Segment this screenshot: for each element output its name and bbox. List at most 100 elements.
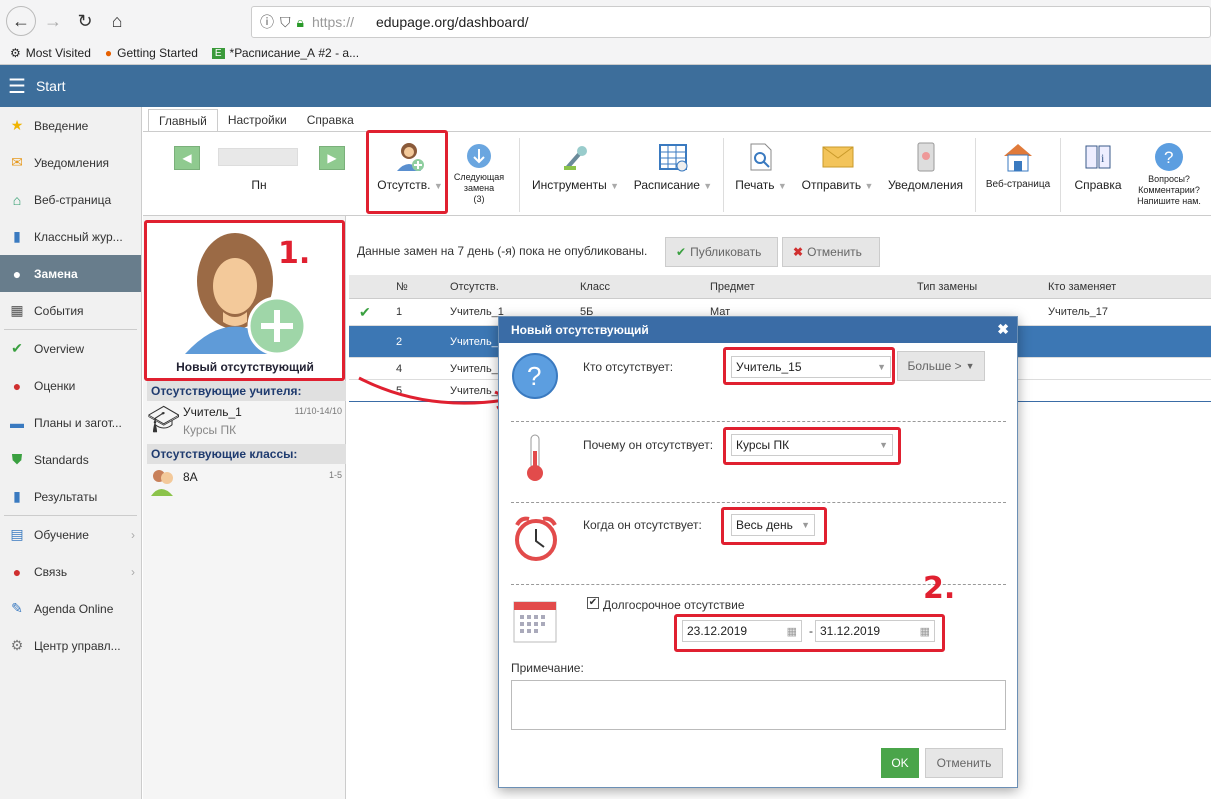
- more-button[interactable]: Больше > ▼: [897, 351, 985, 381]
- publish-button[interactable]: ✔ Публиковать: [665, 237, 778, 267]
- print-button[interactable]: Печать ▼: [731, 140, 791, 192]
- calendar-icon: ▦: [10, 302, 24, 318]
- question-circle-icon: ?: [512, 353, 558, 399]
- sidebar-item-intro[interactable]: ★ Введение: [0, 107, 141, 144]
- sidebar-item-overview[interactable]: ✔ Overview: [0, 330, 141, 367]
- ribbon-divider: [519, 138, 520, 212]
- dialog-title: Новый отсутствующий: [511, 323, 649, 337]
- sidebar-item-notifications[interactable]: ✉ Уведомления: [0, 144, 141, 181]
- forward-button[interactable]: →: [38, 6, 68, 36]
- when-label: Когда он отсутствует:: [583, 518, 702, 532]
- browser-chrome: ← → ↻ ⌂ ⓘ ⛉ 🔒︎ https:// edupage.org/dash…: [0, 0, 1211, 65]
- cancel-button[interactable]: Отменить: [925, 748, 1003, 778]
- sidebar-item-substitution[interactable]: ● Замена: [0, 255, 141, 292]
- ribbon-divider: [723, 138, 724, 212]
- bookmarks-bar: ⚙ Most Visited ● Getting Started E *Расписа…: [0, 42, 1211, 64]
- graduation-cap-icon: 🎓︎: [147, 404, 181, 434]
- ribbon-divider: [1060, 138, 1061, 212]
- schedule-button[interactable]: Расписание ▼: [628, 140, 718, 192]
- lock-icon: 🔒︎: [296, 13, 304, 30]
- ribbon-divider: [975, 138, 976, 212]
- sidebar-item-communication[interactable]: ● Связь ›: [0, 553, 141, 590]
- students-icon: [151, 470, 173, 496]
- annotation-highlight: [674, 614, 945, 652]
- arrow-left-icon: ←: [12, 10, 30, 31]
- tools-icon: [528, 140, 623, 174]
- menu-icon[interactable]: ☰: [8, 74, 26, 99]
- home-button[interactable]: ⌂: [102, 6, 132, 36]
- help-button[interactable]: i Справка: [1068, 140, 1128, 192]
- edupage-icon: E: [211, 47, 225, 59]
- url-bar[interactable]: ⓘ ⛉ 🔒︎ https:// edupage.org/dashboard/: [251, 6, 1211, 38]
- question-circle-icon: ?: [1133, 140, 1205, 174]
- sidebar-item-standards[interactable]: ⛊ Standards: [0, 441, 141, 478]
- next-day-button[interactable]: ▶: [319, 146, 345, 170]
- timetable-icon: [628, 140, 718, 174]
- back-button[interactable]: ←: [6, 6, 36, 36]
- dropdown-arrow-icon: ▼: [610, 181, 620, 191]
- send-button[interactable]: Отправить ▼: [795, 140, 880, 192]
- table-header: № Отсутств. Класс Предмет Тип замены Кто…: [349, 275, 1211, 299]
- cancel-publish-button[interactable]: ✖ Отменить: [782, 237, 880, 267]
- bookmark-schedule[interactable]: E *Расписание_А #2 - а...: [211, 46, 359, 60]
- reload-button[interactable]: ↻: [70, 6, 100, 36]
- day-label: Пн: [251, 178, 267, 192]
- sidebar-item-grades[interactable]: ● Оценки: [0, 367, 141, 404]
- url-host: edupage.org/dashboard/: [375, 14, 529, 30]
- svg-text:?: ?: [1164, 148, 1173, 167]
- absent-class-item[interactable]: 8A 1-5: [147, 466, 346, 500]
- website-button[interactable]: Веб-страница: [983, 140, 1053, 190]
- bar-chart-icon: ▮: [13, 488, 21, 504]
- arrow-down-circle-icon: [450, 140, 508, 172]
- sidebar-item-events[interactable]: ▦ События: [0, 292, 141, 329]
- next-substitution-button[interactable]: Следующая замена (3): [450, 140, 508, 205]
- checkmark-icon: ✔: [676, 245, 687, 259]
- house-icon: ⌂: [12, 191, 22, 208]
- star-icon: ★: [10, 117, 24, 133]
- ribbon: ◀ ▶ Пн Отсутств. ▼ Следующая замена (3) …: [143, 131, 1211, 216]
- sidebar-item-learning[interactable]: ▤ Обучение ›: [0, 516, 141, 553]
- checkmark-icon: ✔: [359, 303, 371, 320]
- sidebar-item-plans[interactable]: ▬ Планы и загот...: [0, 404, 141, 441]
- close-icon[interactable]: ✖: [997, 321, 1009, 338]
- sidebar-item-control-center[interactable]: ⚙ Центр управл...: [0, 627, 141, 664]
- sidebar-item-classbook[interactable]: ▮ Классный жур...: [0, 218, 141, 255]
- phone-icon: [883, 140, 968, 174]
- app-title: Start: [35, 78, 66, 94]
- feedback-button[interactable]: ? Вопросы? Комментарии? Напишите нам.: [1133, 140, 1205, 207]
- bookmark-getting-started[interactable]: ● Getting Started: [105, 46, 198, 60]
- gear-icon: ⚙: [10, 46, 21, 60]
- triangle-down-icon: ▼: [965, 361, 975, 371]
- bookmark-most-visited[interactable]: ⚙ Most Visited: [10, 46, 91, 60]
- who-label: Кто отсутствует:: [583, 360, 674, 374]
- svg-text:?: ?: [527, 361, 541, 391]
- print-preview-icon: [731, 140, 791, 174]
- longterm-checkbox[interactable]: ✔: [587, 597, 599, 609]
- tab-settings[interactable]: Настройки: [218, 109, 297, 131]
- sidebar-item-agenda[interactable]: ✎ Agenda Online: [0, 590, 141, 627]
- annotation-label-1: 1.: [278, 236, 311, 271]
- shield-icon: ⛊: [11, 451, 23, 467]
- annotation-highlight: [366, 130, 448, 214]
- sidebar: ★ Введение ✉ Уведомления ⌂ Веб-страница ▮ Кл…: [0, 107, 142, 799]
- prev-day-button[interactable]: ◀: [174, 146, 200, 170]
- notifications-button[interactable]: Уведомления: [883, 140, 968, 192]
- book-open-icon: ▤: [10, 526, 24, 542]
- envelope-icon: [795, 140, 880, 174]
- dropdown-arrow-icon: ▼: [777, 181, 787, 191]
- sidebar-item-webpage[interactable]: ⌂ Веб-страница: [0, 181, 141, 218]
- sidebar-item-results[interactable]: ▮ Результаты: [0, 478, 141, 515]
- absent-teacher-item[interactable]: 🎓︎ Учитель_1 11/10-14/10 Курсы ПК: [147, 402, 346, 442]
- arrow-right-icon: →: [44, 10, 62, 31]
- triangle-left-icon: ◀: [182, 151, 192, 165]
- briefcase-icon: ▬: [10, 414, 24, 431]
- tools-button[interactable]: Инструменты ▼: [528, 140, 623, 192]
- why-label: Почему он отсутствует:: [583, 438, 714, 452]
- ok-button[interactable]: OK: [881, 748, 919, 778]
- tab-main[interactable]: Главный: [148, 109, 218, 131]
- annotation-highlight: [144, 220, 345, 381]
- note-textarea[interactable]: [511, 680, 1006, 730]
- x-icon: ✖: [793, 245, 804, 259]
- pen-icon: ✎: [11, 600, 23, 616]
- tab-help[interactable]: Справка: [297, 109, 364, 131]
